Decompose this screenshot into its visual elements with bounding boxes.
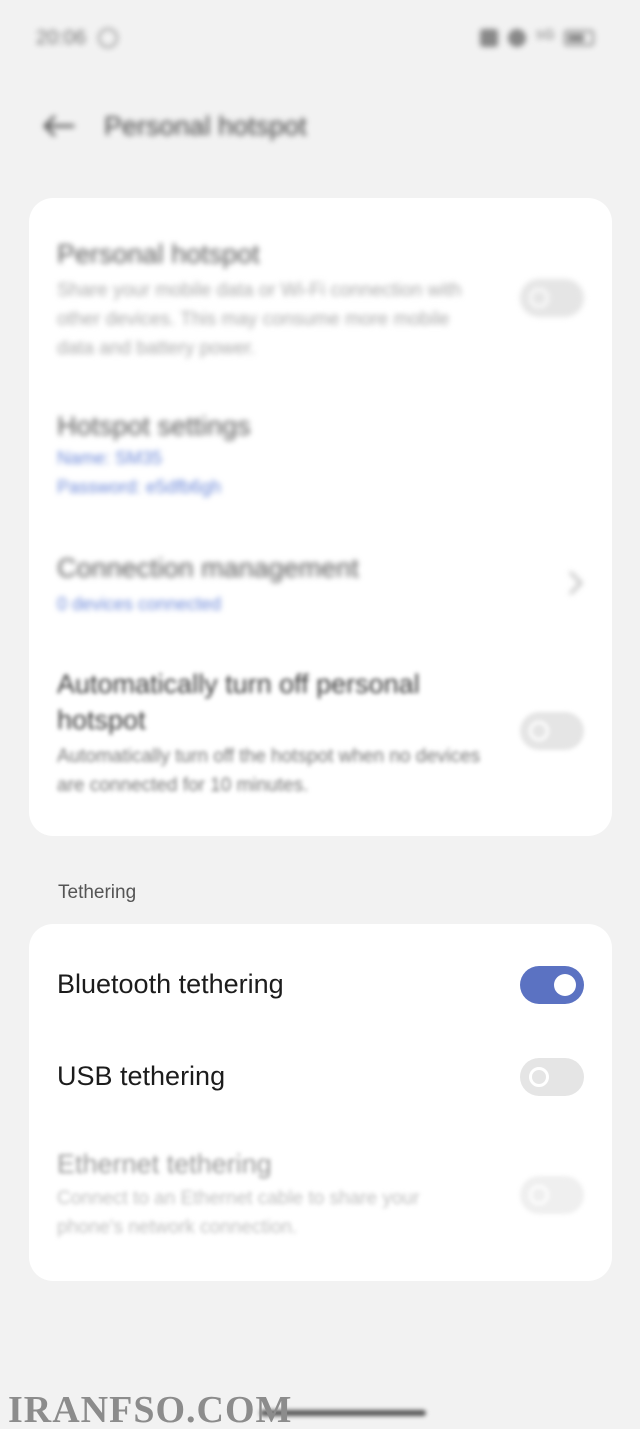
usb-tethering-row[interactable]: USB tethering [57, 1058, 584, 1098]
tethering-section-label: Tethering [58, 882, 137, 903]
auto-off-row[interactable]: Automatically turn off personal hotspot … [57, 666, 584, 806]
auto-off-title: Automatically turn off personal hotspot [57, 669, 420, 735]
hotspot-password: Password: e5dfb6gh [57, 477, 222, 497]
usb-tethering-toggle[interactable] [520, 1058, 584, 1096]
personal-hotspot-title: Personal hotspot [57, 239, 260, 269]
bluetooth-tethering-row[interactable]: Bluetooth tethering [57, 966, 584, 1006]
usb-tethering-title: USB tethering [57, 1061, 226, 1091]
hotspot-name: Name: SM35 [57, 448, 163, 468]
ethernet-tethering-toggle [520, 1176, 584, 1214]
chevron-right-icon [568, 570, 584, 601]
whatsapp-icon [98, 28, 119, 48]
bluetooth-tethering-toggle[interactable] [520, 966, 584, 1004]
connection-status: 0 devices connected [57, 594, 222, 614]
toggle-knob [529, 721, 549, 741]
toggle-knob [554, 974, 576, 996]
auto-off-description: Automatically turn off the hotspot when … [57, 746, 481, 796]
hotspot-settings-row[interactable]: Hotspot settings Name: SM35 Password: e5… [57, 408, 584, 508]
connection-management-row[interactable]: Connection management 0 devices connecte… [57, 550, 584, 630]
tethering-card: Bluetooth tethering USB tethering Ethern… [29, 924, 612, 1281]
page-title: Personal hotspot [104, 110, 307, 141]
toggle-knob [529, 1067, 549, 1087]
notification-icon [479, 29, 498, 47]
status-left: 20:06 [36, 26, 119, 50]
personal-hotspot-toggle[interactable] [520, 279, 584, 317]
watermark: IRANFSO.COM [8, 1389, 293, 1429]
status-time: 20:06 [36, 26, 87, 49]
ethernet-tethering-description: Connect to an Ethernet cable to share yo… [57, 1188, 420, 1238]
status-bar: 20:06 ⁵ᴳ [36, 24, 594, 52]
hotspot-card: Personal hotspot Share your mobile data … [29, 198, 612, 836]
toggle-knob [529, 1185, 549, 1205]
app-header: Personal hotspot [36, 104, 604, 148]
bluetooth-tethering-title: Bluetooth tethering [57, 969, 284, 999]
app-icon [507, 29, 526, 47]
battery-icon [564, 30, 594, 46]
hotspot-settings-title: Hotspot settings [57, 411, 251, 441]
signal-icon: ⁵ᴳ [535, 26, 554, 49]
connection-management-title: Connection management [57, 553, 359, 583]
personal-hotspot-description: Share your mobile data or Wi-Fi connecti… [57, 280, 462, 359]
back-arrow-icon[interactable] [36, 104, 80, 148]
personal-hotspot-row[interactable]: Personal hotspot Share your mobile data … [57, 236, 584, 366]
ethernet-tethering-row: Ethernet tethering Connect to an Etherne… [57, 1146, 584, 1246]
ethernet-tethering-title: Ethernet tethering [57, 1149, 272, 1179]
status-right: ⁵ᴳ [479, 26, 594, 50]
auto-off-toggle[interactable] [520, 712, 584, 750]
toggle-knob [529, 288, 549, 308]
